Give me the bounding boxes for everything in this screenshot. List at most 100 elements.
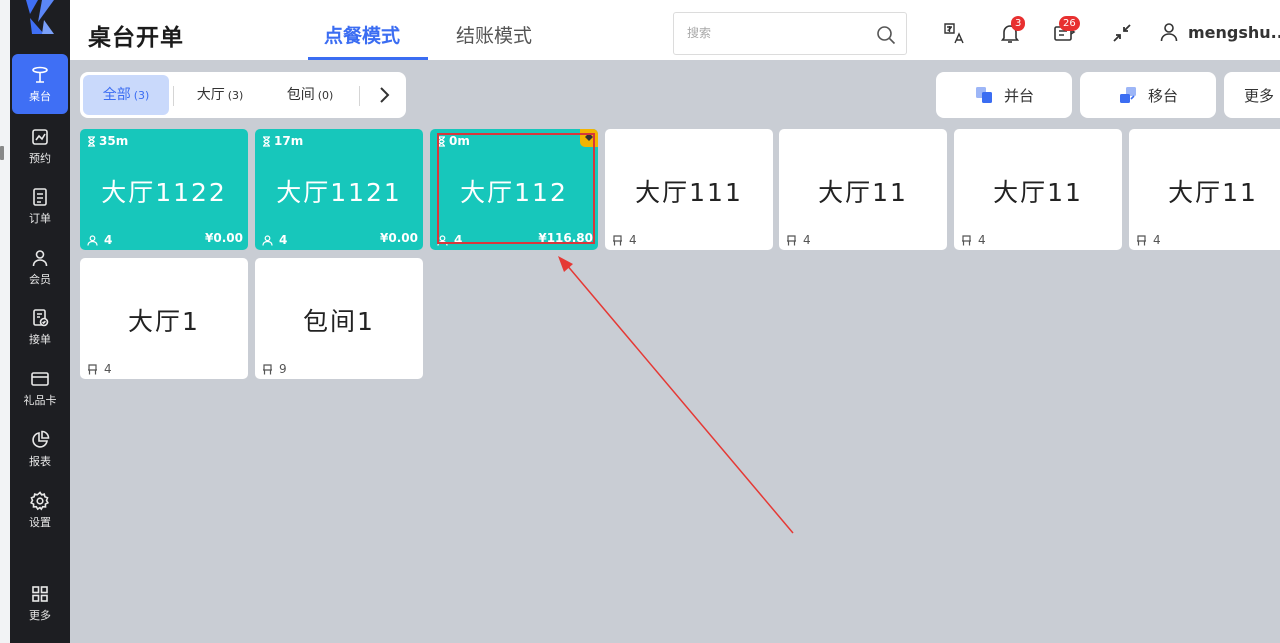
order-icon (33, 187, 47, 206)
table-seats: 4 (961, 233, 986, 247)
sidebar-item-more[interactable]: 更多 (12, 573, 68, 633)
merge-tables-icon (975, 87, 992, 103)
sidebar-item-members[interactable]: 会员 (12, 237, 68, 297)
timer-value: 35m (99, 134, 129, 148)
chair-icon (88, 363, 97, 374)
filter-all[interactable]: 全部 (3) (83, 75, 169, 115)
hourglass-icon (263, 135, 270, 147)
table-card[interactable]: 大厅11 4 (779, 129, 947, 250)
filter-private-room[interactable]: 包间 (0) (270, 75, 350, 115)
more-actions-button[interactable]: 更多 (1224, 72, 1280, 118)
table-amount: ¥0.00 (380, 231, 418, 245)
seat-count: 4 (454, 233, 463, 247)
page-title: 桌台开单 (88, 25, 184, 51)
edge-handle[interactable] (0, 146, 4, 160)
hourglass-icon (88, 135, 95, 147)
seat-count: 4 (104, 362, 112, 376)
reservation-icon (32, 128, 48, 145)
search-input[interactable] (687, 26, 867, 40)
table-seats: 4 (786, 233, 811, 247)
table-card[interactable]: 包间1 9 (255, 258, 423, 379)
sidebar: 桌台 预约 订单 会员 接单 礼品卡 报表 设置 更多 (10, 0, 70, 643)
flag-corner (580, 129, 598, 147)
search-box (673, 12, 907, 55)
table-card[interactable]: 0m 大厅112 4 ¥116.80 (430, 129, 598, 250)
seat-count: 4 (629, 233, 637, 247)
table-timer: 0m (437, 134, 470, 148)
hourglass-icon (438, 135, 445, 147)
chair-icon (613, 234, 622, 245)
table-name: 大厅111 (635, 178, 743, 207)
table-name: 大厅11 (1168, 178, 1258, 207)
table-name: 大厅11 (818, 178, 908, 207)
person-icon (262, 234, 273, 246)
area-filter-bar: 全部 (3) 大厅 (3) 包间 (0) (80, 72, 406, 118)
divider (359, 86, 360, 106)
seat-count: 4 (978, 233, 986, 247)
table-card[interactable]: 17m 大厅1121 4 ¥0.00 (255, 129, 423, 250)
table-seats: 4 (262, 233, 287, 247)
member-icon (32, 249, 48, 266)
tab-checkout-mode[interactable]: 结账模式 (456, 21, 532, 48)
gear-icon (30, 490, 50, 510)
timer-value: 17m (274, 134, 304, 148)
user-menu[interactable]: mengshu... (1158, 21, 1280, 43)
table-amount: ¥0.00 (205, 231, 243, 245)
sidebar-item-label: 订单 (29, 211, 51, 225)
sidebar-item-reservation[interactable]: 预约 (12, 116, 68, 176)
chair-icon (1137, 234, 1146, 245)
search-icon[interactable] (876, 25, 896, 45)
table-amount: ¥116.80 (538, 231, 593, 245)
chevron-right-icon[interactable] (372, 82, 396, 108)
dining-table-icon (32, 66, 48, 83)
filter-count: (3) (227, 89, 244, 102)
sidebar-item-settings[interactable]: 设置 (12, 480, 68, 540)
table-card[interactable]: 大厅111 4 (605, 129, 773, 250)
sidebar-item-receive-orders[interactable]: 接单 (12, 297, 68, 357)
chair-icon (263, 363, 272, 374)
table-name: 大厅11 (993, 178, 1083, 207)
sidebar-item-tables[interactable]: 桌台 (12, 54, 68, 114)
timer-value: 0m (449, 134, 470, 148)
tab-order-mode[interactable]: 点餐模式 (324, 21, 400, 48)
table-name: 大厅1122 (101, 178, 227, 207)
gift-card-icon (31, 371, 49, 386)
seat-count: 4 (104, 233, 113, 247)
filter-count: (3) (133, 89, 150, 102)
person-icon (87, 234, 98, 246)
sidebar-item-label: 预约 (29, 151, 51, 165)
table-seats: 4 (437, 233, 462, 247)
table-name: 大厅1121 (276, 178, 402, 207)
window-edge (0, 0, 10, 643)
table-card[interactable]: 大厅11 4 (954, 129, 1122, 250)
move-table-button[interactable]: 移台 (1080, 72, 1216, 118)
sidebar-item-gift-card[interactable]: 礼品卡 (12, 358, 68, 418)
table-seats: 4 (87, 362, 112, 376)
seat-count: 9 (279, 362, 287, 376)
sidebar-item-reports[interactable]: 报表 (12, 419, 68, 479)
grid-more-icon (32, 585, 48, 602)
sidebar-item-label: 设置 (29, 515, 51, 529)
language-translate-icon[interactable] (942, 21, 966, 45)
sidebar-item-label: 报表 (29, 454, 51, 468)
message-count-badge: 26 (1059, 16, 1080, 31)
table-name: 大厅1 (128, 307, 200, 336)
merge-tables-button[interactable]: 并台 (936, 72, 1072, 118)
table-card[interactable]: 大厅1 4 (80, 258, 248, 379)
move-table-label: 移台 (1147, 86, 1178, 105)
app-logo (26, 0, 54, 34)
sidebar-item-label: 更多 (29, 608, 51, 622)
user-avatar-icon (1160, 23, 1178, 42)
sidebar-item-orders[interactable]: 订单 (12, 176, 68, 236)
merge-tables-label: 并台 (1003, 86, 1034, 105)
move-table-icon (1119, 87, 1136, 103)
table-card[interactable]: 大厅11 4 (1129, 129, 1280, 250)
table-card[interactable]: 35m 大厅1122 4 ¥0.00 (80, 129, 248, 250)
divider (173, 86, 174, 106)
chair-icon (962, 234, 971, 245)
seat-count: 4 (279, 233, 288, 247)
collapse-fullscreen-icon[interactable] (1110, 21, 1134, 45)
filter-hall[interactable]: 大厅 (3) (180, 75, 260, 115)
seat-count: 4 (1153, 233, 1161, 247)
table-seats: 4 (612, 233, 637, 247)
